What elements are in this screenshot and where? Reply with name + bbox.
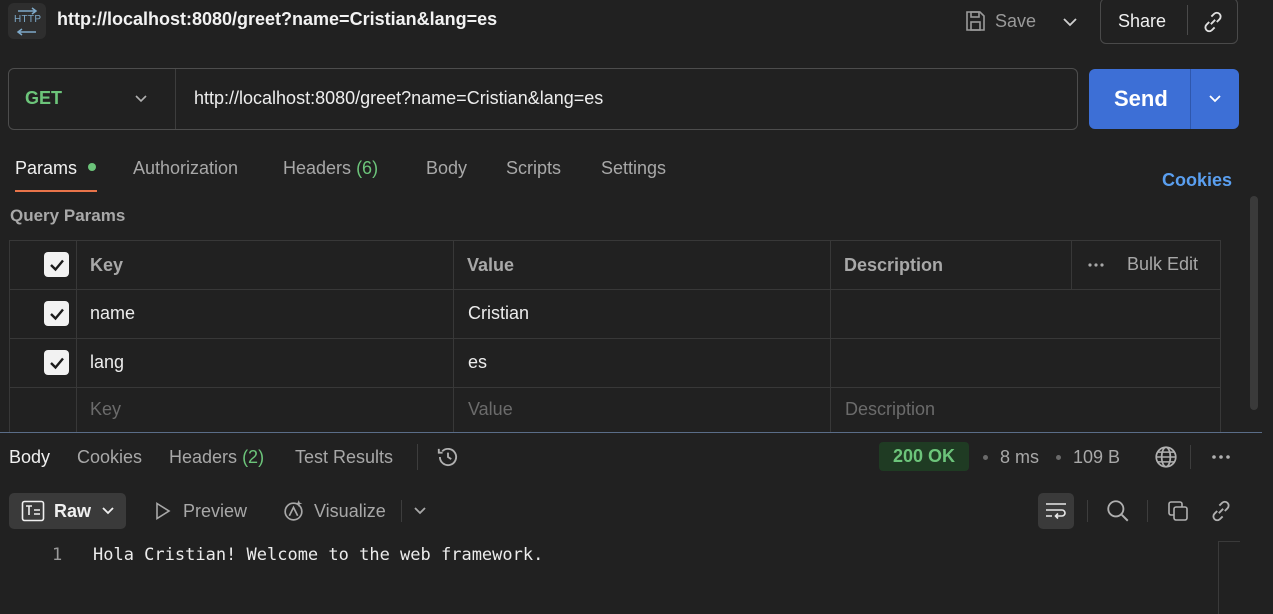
column-header-description: Description [844,255,944,275]
save-button[interactable]: Save [963,6,1043,36]
param-value-cell[interactable]: es [468,352,487,373]
format-select-label: Raw [54,501,92,521]
query-params-table [9,240,1221,432]
response-tab-body[interactable]: Body [9,447,50,468]
new-param-key-input[interactable]: Key [90,399,121,420]
tab-params[interactable]: Params [15,158,77,179]
chevron-down-icon[interactable] [412,504,428,518]
new-param-description-input[interactable]: Description [845,399,935,420]
response-tab-headers[interactable]: Headers (2) [169,447,264,468]
table-row-divider [9,289,1221,290]
send-button[interactable]: Send [1114,86,1168,112]
url-input[interactable]: http://localhost:8080/greet?name=Cristia… [194,88,603,109]
response-tab-headers-count: (2) [242,447,265,467]
tab-authorization[interactable]: Authorization [133,158,238,179]
param-value-cell[interactable]: Cristian [468,303,529,324]
response-tab-cookies[interactable]: Cookies [77,447,142,468]
new-param-value-input[interactable]: Value [468,399,513,420]
select-all-checkbox[interactable] [44,252,69,277]
url-divider [175,69,176,129]
params-active-dot [88,163,96,171]
method-select[interactable]: GET [25,88,62,109]
tab-settings[interactable]: Settings [601,158,666,179]
meta-divider [1190,445,1191,469]
search-icon[interactable] [1105,498,1131,524]
active-tab-indicator [15,190,97,192]
visualize-button[interactable]: Visualize [314,501,386,522]
tab-divider [417,444,418,470]
bulk-edit-button[interactable]: Bulk Edit [1127,254,1198,275]
response-body-line[interactable]: Hola Cristian! Welcome to the web framew… [93,545,543,565]
copy-icon[interactable] [1166,499,1190,523]
response-tab-test-results[interactable]: Test Results [295,447,393,468]
toolbar-divider [401,500,402,522]
share-button[interactable]: Share [1118,11,1166,32]
response-size[interactable]: 109 B [1073,447,1120,468]
check-icon [49,259,64,271]
editor-gutter-line [1219,541,1240,542]
tab-scripts[interactable]: Scripts [506,158,561,179]
http-icon-label: HTTP [14,14,42,25]
http-request-icon: HTTP [8,3,46,39]
table-row-divider [9,338,1221,339]
chevron-down-icon [100,504,116,518]
query-params-title: Query Params [10,206,126,225]
table-column-divider [76,240,77,432]
tab-headers-count: (6) [356,158,379,178]
preview-button[interactable]: Preview [183,501,247,522]
status-badge[interactable]: 200 OK [879,442,969,471]
tab-body[interactable]: Body [426,158,467,179]
meta-separator [1056,455,1061,460]
toolbar-divider [1087,500,1088,522]
more-options-icon[interactable] [1087,258,1105,272]
table-column-divider [830,240,831,432]
chevron-down-icon[interactable] [133,90,149,106]
line-number: 1 [52,545,63,565]
save-options-chevron-icon[interactable] [1057,8,1083,36]
save-icon [966,11,985,31]
link-icon[interactable] [1208,498,1234,524]
response-time[interactable]: 8 ms [1000,447,1039,468]
param-checkbox[interactable] [44,301,69,326]
more-options-icon[interactable] [1210,450,1232,464]
save-label: Save [995,10,1037,31]
table-column-divider [453,240,454,432]
visualize-icon [281,498,306,523]
param-key-cell[interactable]: lang [90,352,124,373]
globe-icon[interactable] [1153,444,1179,470]
toolbar-divider [1147,500,1148,522]
tab-headers-label: Headers [283,158,352,178]
check-icon [49,308,64,320]
editor-gutter-line [1218,541,1219,614]
cookies-link[interactable]: Cookies [1162,170,1232,191]
column-header-value: Value [467,255,515,275]
scrollbar[interactable] [1250,196,1258,410]
history-icon[interactable] [435,444,461,470]
share-divider [1187,5,1188,35]
copy-link-icon[interactable] [1200,9,1226,35]
check-icon [49,357,64,369]
raw-format-icon [21,500,45,522]
meta-separator [983,455,988,460]
wrap-lines-icon [1044,500,1068,522]
param-checkbox[interactable] [44,350,69,375]
column-header-key: Key [90,255,124,275]
play-icon [153,501,173,521]
param-key-cell[interactable]: name [90,303,135,324]
table-row-divider [9,387,1221,388]
pane-divider[interactable] [0,432,1262,433]
table-column-divider [1071,240,1072,290]
request-title[interactable]: http://localhost:8080/greet?name=Cristia… [57,9,497,30]
tab-headers[interactable]: Headers (6) [283,158,378,179]
send-divider [1190,69,1191,129]
send-options-chevron-icon[interactable] [1206,89,1224,107]
response-tab-headers-label: Headers [169,447,238,467]
